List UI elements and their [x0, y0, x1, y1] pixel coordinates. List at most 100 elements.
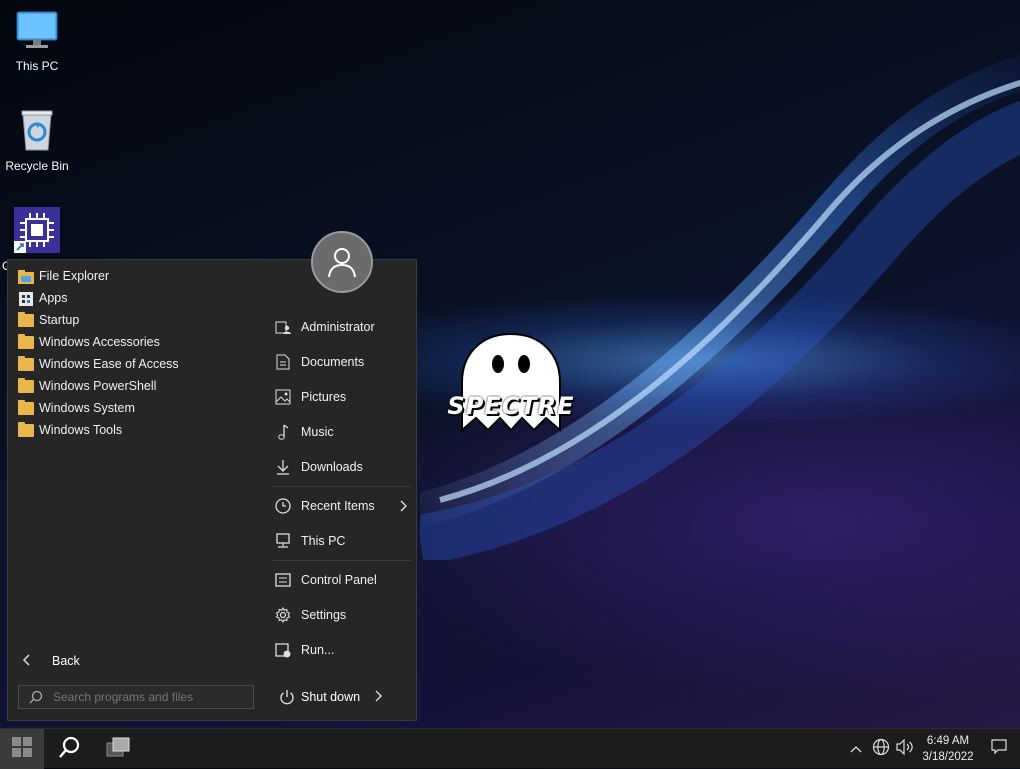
desktop-icon-this-pc[interactable]: This PC	[2, 10, 72, 73]
program-label: Windows Ease of Access	[39, 357, 179, 371]
place-label: Administrator	[301, 320, 375, 334]
place-label: Run...	[301, 643, 335, 657]
program-windows-ease-of-access[interactable]: Windows Ease of Access	[18, 353, 179, 375]
place-downloads[interactable]: Downloads	[273, 452, 413, 482]
search-box[interactable]	[18, 685, 254, 709]
program-label: Windows Accessories	[39, 335, 160, 349]
program-label: Windows System	[39, 401, 135, 415]
shutdown-label: Shut down	[301, 690, 361, 704]
taskbar: 6:49 AM 3/18/2022	[0, 728, 1020, 769]
program-apps[interactable]: Apps	[18, 287, 68, 309]
program-label: File Explorer	[39, 269, 110, 283]
document-icon	[273, 352, 293, 372]
folder-icon	[18, 399, 34, 415]
notifications-button[interactable]	[986, 729, 1012, 769]
folder-icon	[18, 311, 34, 327]
program-windows-powershell[interactable]: Windows PowerShell	[18, 375, 156, 397]
search-taskbar-button[interactable]	[48, 729, 92, 769]
place-music[interactable]: Music	[273, 417, 413, 447]
start-button[interactable]	[0, 729, 44, 769]
folder-icon	[18, 421, 34, 437]
picture-icon	[273, 387, 293, 407]
windows-logo-icon	[11, 736, 33, 763]
place-label: Music	[301, 425, 334, 439]
search-icon	[19, 690, 53, 704]
programs-list: File Explorer Apps Startup Windows Acces…	[8, 260, 263, 720]
wallpaper-streak	[420, 55, 1020, 560]
cpu-chip-shortcut-icon	[2, 205, 72, 258]
desktop-icon-label: Recycle Bin	[5, 159, 69, 173]
globe-network-icon	[872, 738, 890, 761]
gear-icon	[273, 605, 293, 625]
task-view-button[interactable]	[96, 729, 140, 769]
notification-icon	[991, 738, 1007, 760]
program-windows-accessories[interactable]: Windows Accessories	[18, 331, 160, 353]
user-folder-icon	[273, 317, 293, 337]
place-run[interactable]: Run...	[273, 635, 413, 665]
show-hidden-icons-button[interactable]	[846, 729, 866, 769]
clock-date: 3/18/2022	[922, 751, 974, 763]
place-label: Pictures	[301, 390, 347, 404]
search-icon	[58, 735, 82, 764]
network-button[interactable]	[870, 729, 892, 769]
separator	[273, 560, 411, 561]
chevron-right-icon	[399, 500, 407, 515]
program-windows-tools[interactable]: Windows Tools	[18, 419, 122, 441]
file-explorer-icon	[18, 269, 34, 284]
power-icon	[273, 689, 301, 705]
place-recent-items[interactable]: Recent Items	[273, 491, 413, 521]
place-administrator[interactable]: Administrator	[273, 312, 413, 342]
back-label: Back	[52, 654, 80, 668]
place-control-panel[interactable]: Control Panel	[273, 565, 413, 595]
program-windows-system[interactable]: Windows System	[18, 397, 135, 419]
place-label: Recent Items	[301, 499, 375, 513]
download-arrow-icon	[273, 457, 293, 477]
task-view-icon	[104, 735, 132, 764]
place-label: Control Panel	[301, 573, 377, 587]
back-button[interactable]: Back	[22, 650, 80, 672]
place-pictures[interactable]: Pictures	[273, 382, 413, 412]
program-startup[interactable]: Startup	[18, 309, 79, 331]
chevron-right-icon	[374, 690, 383, 705]
search-input[interactable]	[53, 690, 243, 704]
place-label: Downloads	[301, 460, 363, 474]
chevron-left-icon	[22, 653, 52, 669]
separator	[273, 486, 411, 487]
start-menu: File Explorer Apps Startup Windows Acces…	[7, 231, 418, 721]
chevron-up-icon	[850, 740, 862, 758]
monitor-icon	[2, 10, 72, 55]
place-this-pc[interactable]: This PC	[273, 526, 413, 556]
computer-icon	[273, 531, 293, 551]
place-label: Documents	[301, 355, 365, 369]
place-label: This PC	[301, 534, 346, 548]
folder-icon	[18, 377, 34, 393]
place-settings[interactable]: Settings	[273, 600, 413, 630]
shutdown-button[interactable]: Shut down	[273, 685, 383, 709]
program-file-explorer[interactable]: File Explorer	[18, 265, 109, 287]
recycle-bin-icon	[2, 108, 72, 155]
desktop-icon-cpu-shortcut[interactable]: C	[2, 205, 72, 273]
spectre-logo: SPECTRE	[436, 330, 586, 442]
folder-icon	[18, 355, 34, 371]
places-list: Administrator Documents Pictures Music D…	[265, 260, 418, 720]
volume-button[interactable]	[894, 729, 916, 769]
place-documents[interactable]: Documents	[273, 347, 413, 377]
place-label: Settings	[301, 608, 347, 622]
program-label: Windows PowerShell	[39, 379, 157, 393]
logo-text: SPECTRE	[447, 392, 575, 420]
desktop-icon-recycle-bin[interactable]: Recycle Bin	[2, 108, 72, 173]
clock[interactable]: 6:49 AM 3/18/2022	[918, 733, 978, 765]
run-icon	[273, 640, 293, 660]
control-panel-icon	[273, 570, 293, 590]
music-note-icon	[273, 422, 293, 442]
clock-icon	[273, 496, 293, 516]
clock-time: 6:49 AM	[926, 735, 970, 747]
desktop-icon-label: This PC	[15, 59, 59, 73]
program-label: Startup	[39, 313, 80, 327]
ghost-icon	[461, 332, 561, 433]
folder-icon	[18, 333, 34, 349]
apps-icon	[18, 291, 34, 306]
program-label: Apps	[39, 291, 68, 305]
program-label: Windows Tools	[39, 423, 123, 437]
speaker-icon	[896, 738, 914, 760]
